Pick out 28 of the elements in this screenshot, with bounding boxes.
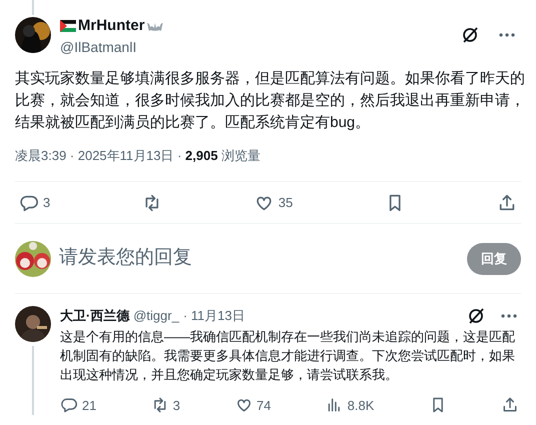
- slashed-circle-icon[interactable]: [467, 306, 485, 325]
- avatar[interactable]: [15, 306, 51, 342]
- reply-button[interactable]: 21: [60, 396, 96, 415]
- bat-icon: [146, 21, 163, 32]
- timestamp[interactable]: 凌晨3:39 · 2025年11月13日 ·: [15, 146, 186, 165]
- repost-button[interactable]: 3: [150, 396, 180, 415]
- flag-icon: [60, 20, 76, 32]
- more-icon[interactable]: [501, 314, 517, 318]
- like-button[interactable]: 35: [254, 192, 293, 212]
- views-label: 浏览量: [220, 146, 260, 164]
- post-text: 其实玩家数量足够填满很多服务器，但是匹配算法有问题。如果你看了昨天的比赛，就会知道，很多时候我加入的比赛都是空的，然后我退出再重新申请，结果就被匹配到满员的比赛了。匹配系统肯定有bug。: [15, 68, 525, 132]
- like-button[interactable]: 74: [234, 396, 271, 415]
- avatar[interactable]: [15, 17, 51, 54]
- view-count: 2,905: [185, 146, 218, 164]
- avatar: [15, 240, 51, 276]
- display-name[interactable]: 大卫·西兰德: [60, 306, 130, 326]
- post-date[interactable]: · 11月13日: [183, 306, 245, 326]
- username[interactable]: @tiggr_: [133, 306, 180, 326]
- views-button[interactable]: 8.8K: [325, 396, 374, 415]
- reply-text: 这是个有用的信息——我确信匹配机制存在一些我们尚未追踪的问题，这是匹配机制固有的缺陷。我需要更多具体信息才能进行调查。下次您尝试匹配时，如果出现这种情况，并且您确定玩家数量足够，请尝试联系我。: [60, 328, 516, 384]
- username[interactable]: @IlBatmanlI: [60, 38, 163, 56]
- display-name[interactable]: MrHunter: [78, 15, 145, 38]
- share-button[interactable]: [500, 396, 519, 414]
- slashed-circle-icon[interactable]: [461, 26, 479, 44]
- speech-bubble-icon: [60, 396, 78, 414]
- reply-button[interactable]: 3: [19, 192, 50, 212]
- more-icon[interactable]: [499, 33, 515, 38]
- share-icon: [500, 396, 519, 414]
